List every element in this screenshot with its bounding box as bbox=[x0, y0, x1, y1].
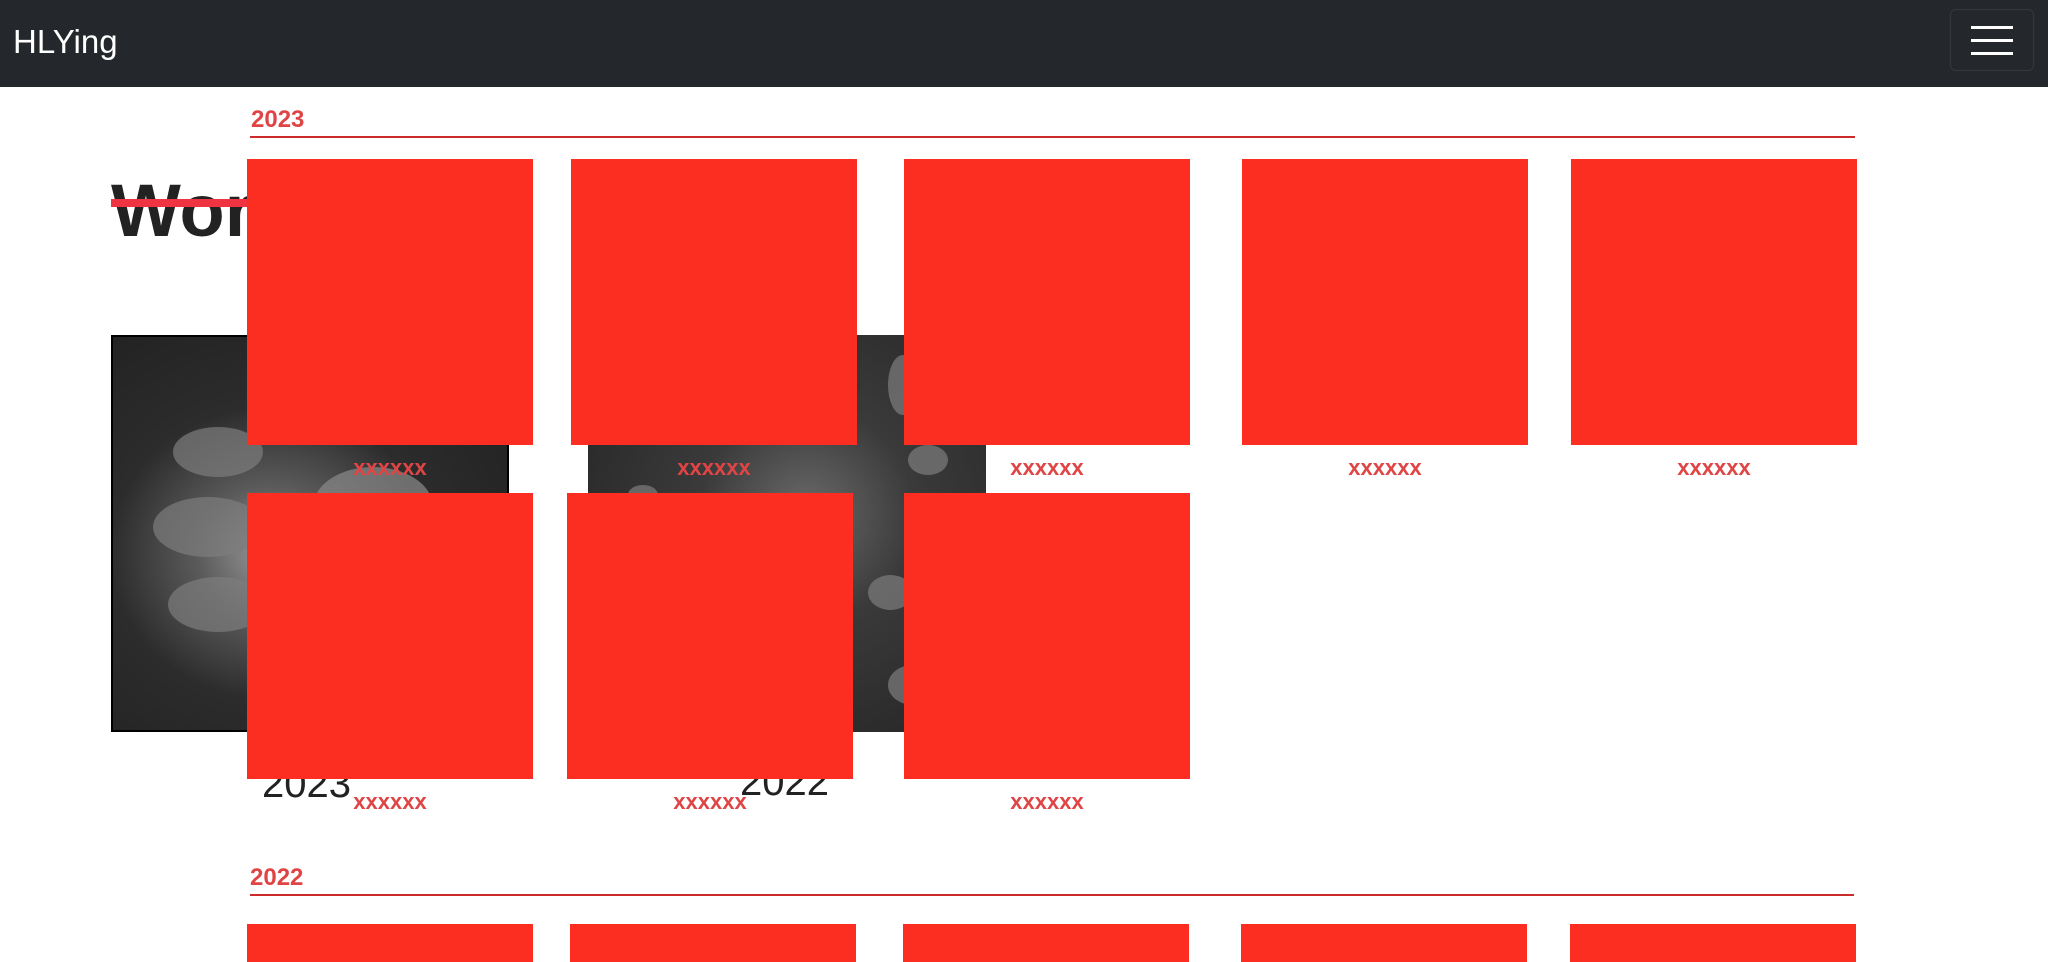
menu-bar bbox=[1971, 52, 2013, 55]
work-thumbnail[interactable] bbox=[904, 493, 1190, 779]
menu-bar bbox=[1971, 26, 2013, 29]
work-card[interactable]: xxxxxx bbox=[904, 159, 1190, 480]
work-thumbnail[interactable] bbox=[1570, 924, 1856, 962]
work-card[interactable] bbox=[570, 924, 856, 962]
year-divider bbox=[250, 894, 1854, 896]
work-thumbnail[interactable] bbox=[247, 924, 533, 962]
work-caption[interactable]: xxxxxx bbox=[247, 455, 533, 481]
brand-link[interactable]: HLYing bbox=[13, 22, 118, 62]
year-heading: 2022 bbox=[250, 864, 304, 891]
work-card[interactable] bbox=[1241, 924, 1527, 962]
work-thumbnail[interactable] bbox=[567, 493, 853, 779]
work-caption[interactable]: xxxxxx bbox=[904, 455, 1190, 481]
work-caption[interactable]: xxxxxx bbox=[247, 789, 533, 815]
year-heading: 2023 bbox=[251, 106, 305, 133]
work-card[interactable]: xxxxxx bbox=[247, 493, 533, 814]
work-thumbnail[interactable] bbox=[247, 159, 533, 445]
work-caption[interactable]: xxxxxx bbox=[1242, 455, 1528, 481]
hamburger-menu-icon[interactable] bbox=[1950, 9, 2034, 71]
work-caption[interactable]: xxxxxx bbox=[1571, 455, 1857, 481]
work-thumbnail[interactable] bbox=[903, 924, 1189, 962]
work-card[interactable]: xxxxxx bbox=[1242, 159, 1528, 480]
work-card[interactable] bbox=[247, 924, 533, 962]
work-caption[interactable]: xxxxxx bbox=[567, 789, 853, 815]
work-card[interactable]: xxxxxx bbox=[247, 159, 533, 480]
work-card[interactable] bbox=[903, 924, 1189, 962]
work-thumbnail[interactable] bbox=[247, 493, 533, 779]
menu-bar bbox=[1971, 39, 2013, 42]
work-card[interactable]: xxxxxx bbox=[904, 493, 1190, 814]
work-thumbnail[interactable] bbox=[1241, 924, 1527, 962]
work-card[interactable]: xxxxxx bbox=[571, 159, 857, 480]
work-thumbnail[interactable] bbox=[571, 159, 857, 445]
work-thumbnail[interactable] bbox=[904, 159, 1190, 445]
title-underline bbox=[111, 199, 261, 207]
work-card[interactable]: xxxxxx bbox=[1571, 159, 1857, 480]
work-caption[interactable]: xxxxxx bbox=[571, 455, 857, 481]
work-thumbnail[interactable] bbox=[1571, 159, 1857, 445]
work-thumbnail[interactable] bbox=[570, 924, 856, 962]
work-caption[interactable]: xxxxxx bbox=[904, 789, 1190, 815]
work-thumbnail[interactable] bbox=[1242, 159, 1528, 445]
work-card[interactable] bbox=[1570, 924, 1856, 962]
navbar: HLYing bbox=[0, 0, 2048, 87]
work-card[interactable]: xxxxxx bbox=[567, 493, 853, 814]
year-divider bbox=[250, 136, 1855, 138]
